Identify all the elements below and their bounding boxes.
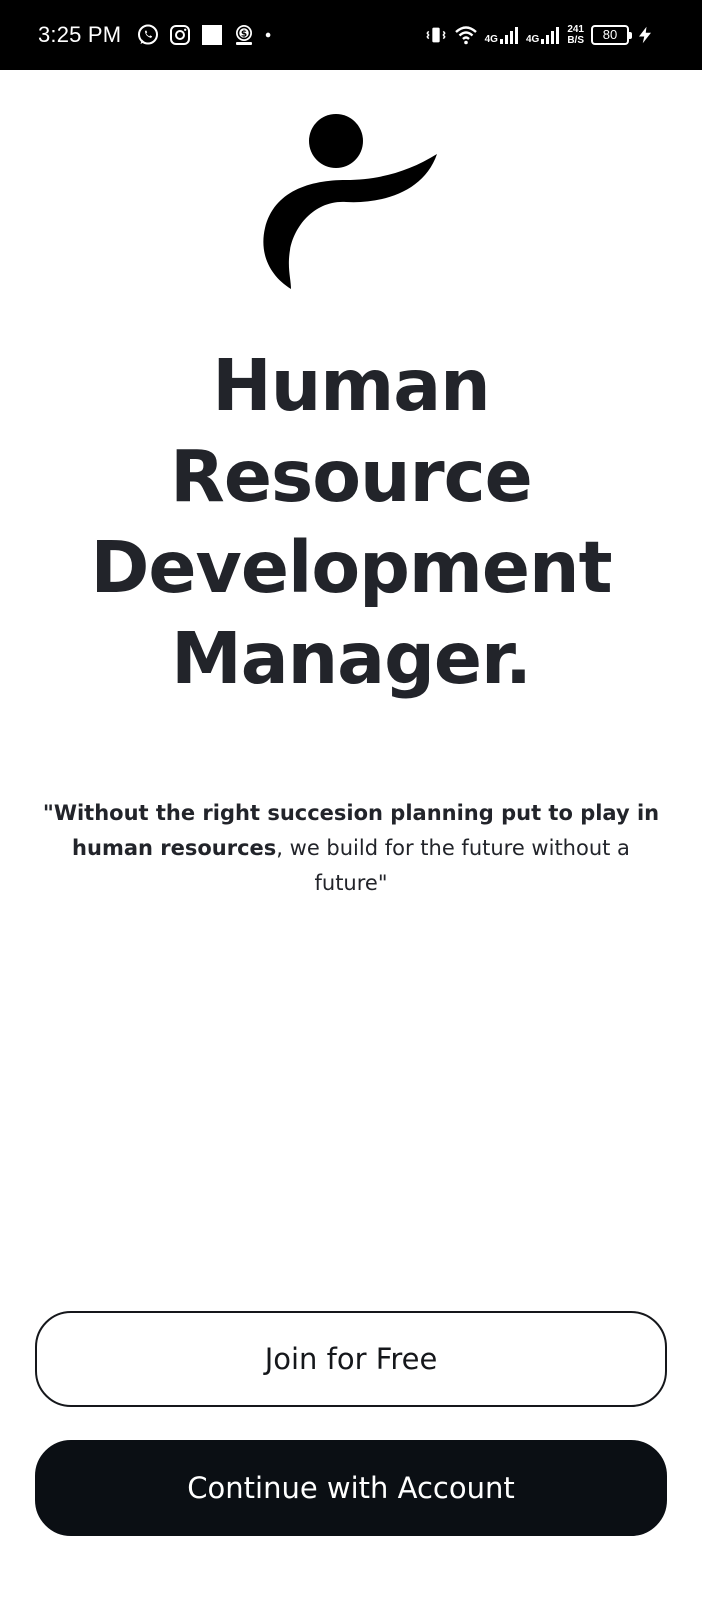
charging-icon [639, 26, 651, 44]
title-line: Development [90, 526, 612, 609]
signal-icon [541, 27, 560, 44]
title-line: Resource [170, 435, 533, 518]
network-type-label: 4G [484, 34, 498, 45]
signal-2: 4G [526, 25, 560, 45]
battery-icon: 80 [591, 25, 632, 45]
tagline-quote: "Without the right succesion planning pu… [40, 796, 662, 901]
battery-level: 80 [602, 27, 618, 42]
vibrate-icon [426, 27, 446, 43]
title-line: Manager. [171, 617, 532, 700]
system-icons: 4G 4G 241 B/S 80 [425, 20, 654, 50]
network-type-label: 4G [525, 34, 540, 45]
whatsapp-icon [138, 24, 158, 45]
network-speed: 241 B/S [567, 24, 584, 46]
status-bar: 3:25 PM $ 4G 4G 241 B/S 80 [0, 0, 702, 70]
join-button-label: Join for Free [264, 1342, 438, 1376]
join-for-free-button[interactable]: Join for Free [35, 1311, 667, 1407]
quote-text: , we build for the future without a futu… [276, 836, 630, 895]
notification-icons: $ [136, 22, 278, 48]
svg-text:$: $ [241, 30, 247, 40]
wifi-icon [454, 26, 477, 45]
square-icon [202, 25, 222, 45]
continue-button-label: Continue with Account [187, 1471, 515, 1505]
speed-value: 241 [567, 24, 584, 35]
title-line: Human [212, 344, 490, 427]
signal-1: 4G [485, 25, 519, 45]
signal-icon [499, 27, 518, 44]
instagram-icon [170, 25, 190, 45]
speed-unit: B/S [567, 35, 584, 46]
person-logo [263, 114, 437, 289]
continue-with-account-button[interactable]: Continue with Account [35, 1440, 667, 1536]
app-title: Human Resource Development Manager. [0, 340, 702, 704]
dot-icon [265, 32, 271, 38]
status-time: 3:25 PM [38, 22, 122, 47]
money-icon: $ [236, 25, 252, 45]
